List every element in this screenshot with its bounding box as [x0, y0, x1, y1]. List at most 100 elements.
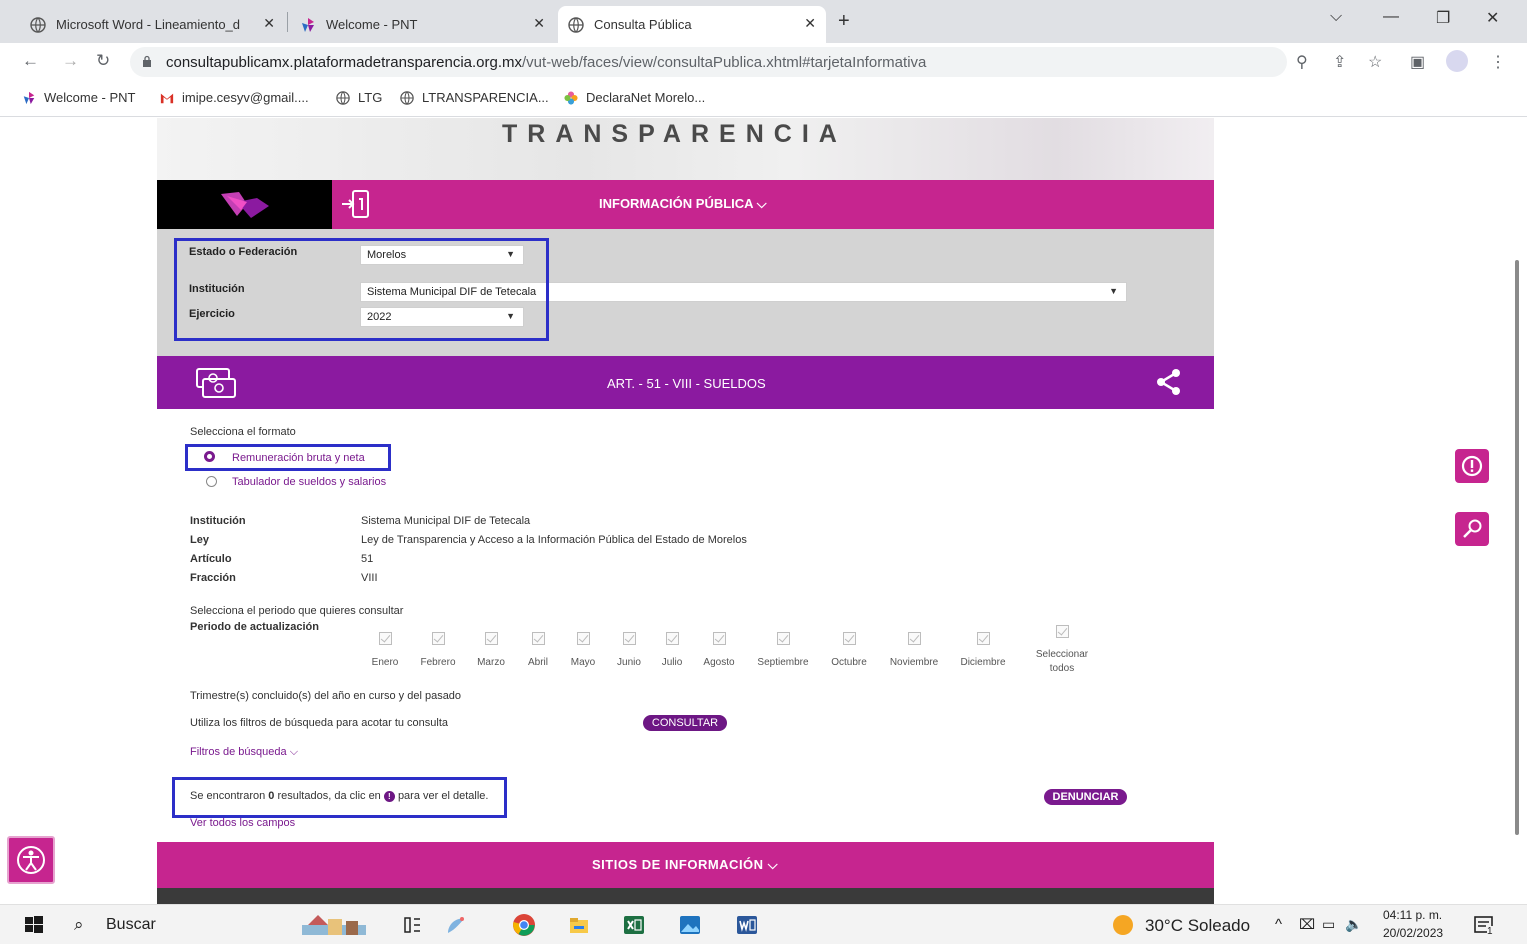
close-icon[interactable]: ✕ — [533, 15, 545, 32]
month-checkbox-noviembre[interactable] — [908, 632, 921, 645]
format-option-tabulator[interactable]: Tabulador de sueldos y salarios — [232, 476, 386, 488]
hero-banner: TRANSPARENCIA — [157, 118, 1214, 180]
info-publica-bar[interactable]: INFORMACIÓN PÚBLICA ⌵ — [157, 180, 1214, 229]
file-explorer-icon[interactable] — [567, 913, 591, 937]
article-title: ART. - 51 - VIII - SUELDOS — [607, 376, 766, 391]
month-checkbox-octubre[interactable] — [843, 632, 856, 645]
search-highlight-icon[interactable] — [298, 913, 370, 937]
month-checkbox-junio[interactable] — [623, 632, 636, 645]
reload-icon[interactable]: ↻ — [96, 51, 110, 71]
bookmark-star-icon[interactable]: ☆ — [1368, 52, 1382, 72]
page-scrollbar[interactable] — [1515, 260, 1519, 835]
info-publica-title[interactable]: INFORMACIÓN PÚBLICA ⌵ — [599, 196, 767, 212]
footer-bar — [157, 888, 1214, 904]
month-checkbox-abril[interactable] — [532, 632, 545, 645]
tab-search-chevron-icon[interactable]: ⌵ — [1330, 8, 1342, 26]
taskbar-search-input[interactable]: Buscar — [106, 916, 156, 934]
tab-label: Microsoft Word - Lineamiento_d — [56, 17, 241, 32]
alert-side-button[interactable] — [1455, 449, 1489, 483]
windows-start-icon[interactable] — [22, 913, 46, 937]
detail-label-fraction: Fracción — [190, 572, 236, 584]
alert-icon — [1461, 455, 1483, 477]
close-icon[interactable]: ✕ — [804, 15, 816, 32]
month-checkbox-agosto[interactable] — [713, 632, 726, 645]
highlight-box-filters — [174, 238, 549, 341]
quarters-note: Trimestre(s) concluido(s) del año en cur… — [190, 690, 462, 702]
accessibility-icon — [17, 846, 45, 874]
windows-taskbar: ⌕ Buscar 30°C Soleado ^ ⌧ ▭ 🔈 04:11 p. m… — [0, 904, 1527, 944]
bookmark-welcome-pnt[interactable]: Welcome - PNT — [22, 90, 136, 105]
bookmark-ltransparencia[interactable]: LTRANSPARENCIA... — [400, 90, 549, 105]
month-checkbox-febrero[interactable] — [432, 632, 445, 645]
paint-icon[interactable] — [444, 913, 468, 937]
restore-icon[interactable]: ❐ — [1436, 8, 1450, 28]
consult-button[interactable]: CONSULTAR — [643, 715, 727, 731]
month-checkbox-septiembre[interactable] — [777, 632, 790, 645]
detail-label-law: Ley — [190, 534, 209, 546]
photos-icon[interactable] — [678, 913, 702, 937]
select-all-checkbox[interactable] — [1056, 625, 1069, 638]
bookmark-label: DeclaraNet Morelo... — [586, 90, 706, 105]
side-panel-icon[interactable]: ▣ — [1410, 52, 1425, 72]
view-all-fields-link[interactable]: Ver todos los campos — [190, 817, 295, 829]
profile-avatar[interactable] — [1446, 50, 1468, 72]
globe-icon — [400, 90, 414, 105]
month-checkbox-mayo[interactable] — [577, 632, 590, 645]
format-radio-tabulator[interactable] — [206, 476, 217, 487]
detail-label-article: Artículo — [190, 553, 232, 565]
accessibility-button[interactable] — [7, 836, 55, 884]
share-page-icon[interactable]: ⇪ — [1333, 52, 1346, 72]
menu-dots-icon[interactable]: ⋮ — [1490, 52, 1506, 72]
month-checkbox-enero[interactable] — [379, 632, 392, 645]
close-icon[interactable]: ✕ — [263, 15, 275, 32]
sites-info-title[interactable]: SITIOS DE INFORMACIÓN ⌵ — [592, 857, 778, 873]
sites-info-bar[interactable]: SITIOS DE INFORMACIÓN ⌵ — [157, 842, 1214, 888]
report-button[interactable]: DENUNCIAR — [1044, 789, 1127, 805]
back-icon[interactable]: ← — [22, 51, 39, 71]
month-label: Julio — [661, 657, 683, 668]
weather-text[interactable]: 30°C Soleado — [1145, 916, 1250, 936]
bookmark-ltg[interactable]: LTG — [336, 90, 382, 105]
excel-icon[interactable] — [622, 913, 646, 937]
month-label: Abril — [527, 657, 549, 668]
new-tab-icon[interactable]: + — [838, 10, 850, 33]
wrench-icon — [1463, 519, 1482, 538]
tab-welcome-pnt[interactable]: Welcome - PNT ✕ — [290, 6, 555, 43]
login-icon[interactable] — [339, 188, 371, 220]
clock-date[interactable]: 20/02/2023 — [1383, 926, 1443, 940]
month-label: Diciembre — [960, 657, 1006, 668]
tools-side-button[interactable] — [1455, 512, 1489, 546]
month-checkbox-julio[interactable] — [666, 632, 679, 645]
share-icon[interactable] — [1155, 368, 1183, 396]
clock-time[interactable]: 04:11 p. m. — [1383, 908, 1442, 922]
pnt-logo-icon — [221, 192, 269, 218]
weather-sun-icon[interactable] — [1113, 915, 1133, 935]
tab-microsoft-word[interactable]: Microsoft Word - Lineamiento_d ✕ — [20, 6, 285, 43]
chrome-icon[interactable] — [512, 913, 536, 937]
zoom-icon[interactable]: ⚲ — [1296, 52, 1308, 72]
bookmark-gmail[interactable]: imipe.cesyv@gmail.... — [160, 90, 309, 105]
close-window-icon[interactable]: ✕ — [1486, 8, 1499, 28]
search-icon[interactable]: ⌕ — [74, 915, 84, 935]
forward-icon[interactable]: → — [62, 51, 79, 71]
month-checkbox-diciembre[interactable] — [977, 632, 990, 645]
meet-now-icon[interactable]: ⌧ — [1299, 916, 1315, 933]
address-bar[interactable]: consultapublicamx.plataformadetransparen… — [130, 47, 1287, 77]
pnt-icon — [23, 91, 35, 104]
show-hidden-icons-icon[interactable]: ^ — [1275, 916, 1282, 933]
period-label: Periodo de actualización — [190, 621, 319, 633]
search-filters-toggle[interactable]: Filtros de búsqueda ⌵ — [190, 746, 298, 759]
volume-icon[interactable]: 🔈 — [1345, 916, 1362, 933]
network-icon[interactable]: ▭ — [1322, 916, 1335, 933]
task-view-icon[interactable] — [400, 913, 424, 937]
bookmark-declaranet[interactable]: DeclaraNet Morelo... — [564, 90, 705, 105]
minimize-icon[interactable]: — — [1383, 8, 1399, 26]
tab-label: Consulta Pública — [594, 17, 692, 32]
word-icon[interactable] — [735, 913, 759, 937]
month-checkbox-marzo[interactable] — [485, 632, 498, 645]
site-logo[interactable] — [157, 180, 332, 229]
highlight-box-results — [172, 777, 507, 818]
page-content: TRANSPARENCIA INFORMACIÓN PÚBLICA ⌵ Esta… — [0, 118, 1527, 904]
tab-consulta-publica[interactable]: Consulta Pública ✕ — [558, 6, 826, 43]
globe-icon — [30, 16, 46, 33]
